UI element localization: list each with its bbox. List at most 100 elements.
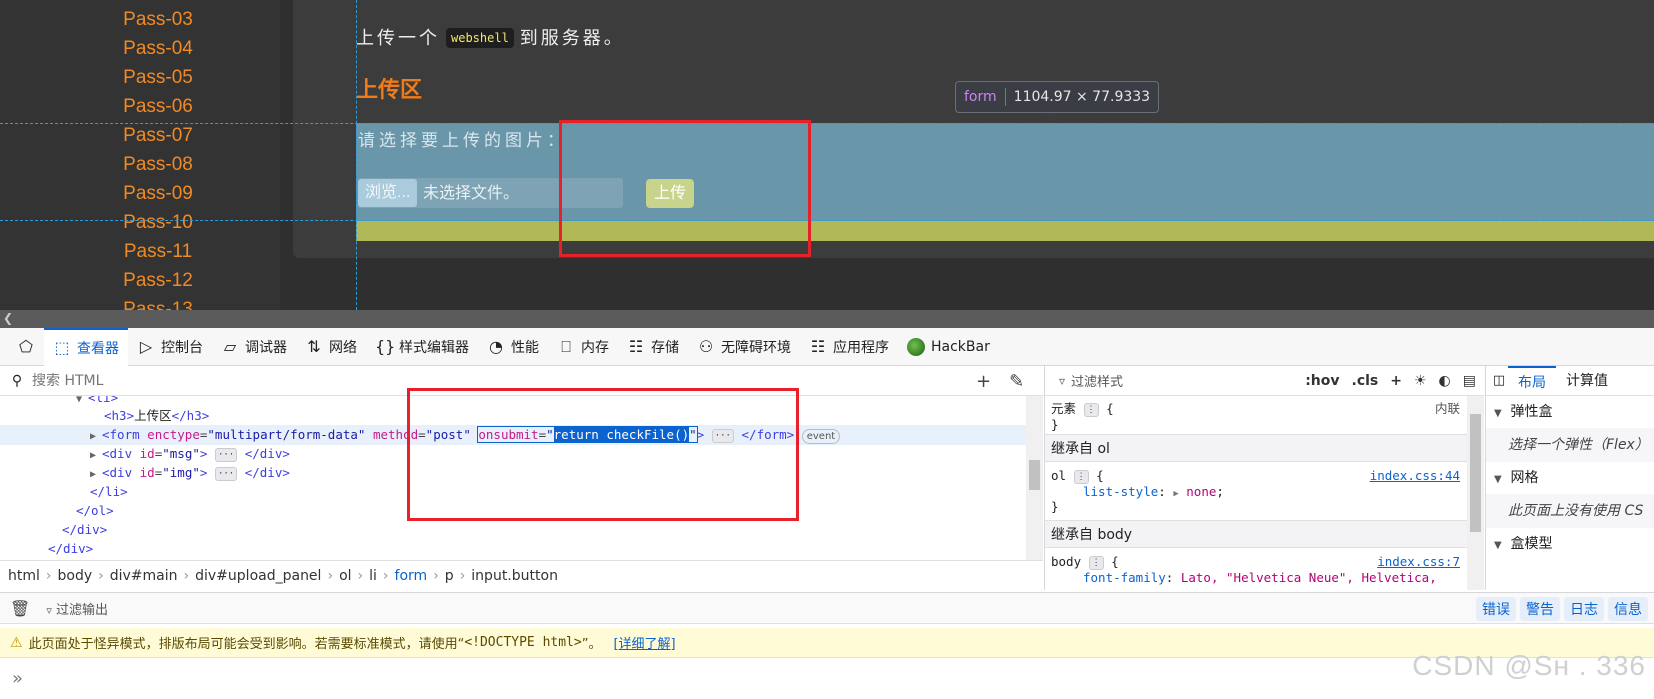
tab-label: 无障碍环境 (721, 339, 791, 356)
breadcrumb-item[interactable]: p (445, 568, 454, 584)
tab-network[interactable]: ⇅ 网络 (296, 328, 366, 366)
flexbox-section[interactable]: ▼ 弹性盒 (1486, 396, 1654, 428)
tree-row-div-close[interactable]: </div> (0, 520, 1026, 540)
console-input[interactable]: » (0, 658, 1654, 699)
log-filter-button[interactable]: 警告 (1520, 597, 1560, 621)
cls-button[interactable]: .cls (1352, 373, 1379, 389)
tab-application[interactable]: ☷ 应用程序 (800, 328, 898, 366)
css-value[interactable]: none (1186, 484, 1216, 499)
css-property[interactable]: font-family (1051, 570, 1166, 585)
tooltip-separator (1004, 88, 1006, 106)
breadcrumb-item[interactable]: form (395, 568, 428, 584)
devtools-tab-list: ⬚ 查看器 ▷ 控制台 ▱ 调试器 ⇅ 网络 {} 样式编辑器 ◔ 性能 ⎕ 内存 ☷ 存储 ⚇ 无障碍环境 ☷ 应用… (44, 327, 999, 366)
pass-item[interactable]: Pass-12 (0, 266, 280, 295)
scroll-thumb[interactable] (1029, 460, 1040, 490)
warning-icon: ⚠ (10, 634, 23, 651)
tab-label: 控制台 (161, 339, 203, 356)
ol-source-link[interactable]: index.css:44 (1370, 468, 1460, 483)
pass-item[interactable]: Pass-09 (0, 179, 280, 208)
hov-button[interactable]: :hov (1305, 373, 1339, 389)
tab-performance[interactable]: ◔ 性能 (478, 328, 548, 366)
breadcrumb-item[interactable]: body (58, 568, 93, 584)
tab-accessibility[interactable]: ⚇ 无障碍环境 (688, 328, 800, 366)
pass-item[interactable]: Pass-04 (0, 34, 280, 63)
pass-item[interactable]: Pass-07 (0, 121, 280, 150)
browse-button[interactable]: 浏览... (358, 179, 418, 207)
element-picker-button[interactable]: ⬠ (8, 328, 44, 366)
grid-section[interactable]: ▼ 网格 (1486, 462, 1654, 494)
tab-label: 存储 (651, 339, 679, 356)
breadcrumb: html › body › div#main › div#upload_panel › ol › l… (0, 560, 1043, 590)
breadcrumb-item[interactable]: li (369, 568, 377, 584)
css-property[interactable]: list-style (1051, 484, 1158, 499)
body-source-link[interactable]: index.css:7 (1377, 554, 1460, 569)
scroll-thumb[interactable] (1470, 414, 1481, 532)
html-search-input[interactable] (32, 372, 932, 389)
tab-label: 调试器 (245, 339, 287, 356)
learn-more-link[interactable]: [详细了解] (613, 633, 675, 652)
add-node-icon[interactable]: + (976, 371, 991, 392)
grid-dots-icon: ⋮ (1073, 470, 1089, 484)
watermark: CSDN @Sʜ . 336 (1412, 650, 1646, 681)
tab-memory[interactable]: ⎕ 内存 (548, 328, 618, 366)
log-filter-button[interactable]: 日志 (1564, 597, 1604, 621)
breadcrumb-item[interactable]: input.button (471, 568, 558, 584)
style-editor-icon: {} (375, 337, 396, 356)
log-filter-button[interactable]: 信息 (1608, 597, 1648, 621)
trash-icon[interactable]: 🗑 (10, 599, 30, 618)
warning-tail: ”。 (581, 637, 602, 652)
tree-row-div-close-2[interactable]: </div> (0, 539, 1026, 559)
pass-item[interactable]: Pass-03 (0, 5, 280, 34)
layout-tabs: ◫ 布局 计算值 (1486, 366, 1654, 396)
collapsed-children-icon[interactable]: ··· (214, 467, 238, 481)
breadcrumb-separator: › (433, 567, 439, 584)
tab-debugger[interactable]: ▱ 调试器 (212, 328, 296, 366)
tab-storage[interactable]: ☷ 存储 (618, 328, 688, 366)
pass-item[interactable]: Pass-08 (0, 150, 280, 179)
tab-computed[interactable]: 计算值 (1556, 366, 1618, 396)
storage-icon: ☷ (628, 337, 644, 356)
tab-hackbar[interactable]: HackBar (898, 328, 999, 366)
rules-scrollbar[interactable] (1467, 396, 1484, 590)
rules-filter-input[interactable]: 过滤样式 (1071, 371, 1123, 390)
tab-label: 应用程序 (833, 339, 889, 356)
pass-item[interactable]: Pass-11 (0, 237, 280, 266)
horizontal-scrollbar[interactable]: ❮ (0, 310, 1654, 328)
no-file-label: 未选择文件。 (423, 183, 520, 202)
inherited-ol-header: 继承自 ol (1045, 434, 1484, 462)
collapsed-children-icon[interactable]: ··· (214, 448, 238, 462)
tab-console[interactable]: ▷ 控制台 (128, 328, 212, 366)
pass-item[interactable]: Pass-10 (0, 208, 280, 237)
tab-layout[interactable]: 布局 (1508, 366, 1556, 396)
console-filter[interactable]: ▿ 过滤输出 (46, 599, 108, 618)
light-theme-icon[interactable]: ☀ (1414, 373, 1427, 389)
filter-icon: ▿ (46, 603, 52, 617)
css-value[interactable]: Lato, "Helvetica Neue", Helvetica, (1181, 570, 1437, 585)
guide-line-top (0, 123, 1654, 124)
filter-icon: ▿ (1058, 373, 1066, 388)
pass-item[interactable]: Pass-05 (0, 63, 280, 92)
sidebar-toggle-icon[interactable]: ◫ (1490, 373, 1508, 388)
pass-item[interactable]: Pass-13 (0, 295, 280, 310)
tab-style-editor[interactable]: {} 样式编辑器 (366, 328, 478, 366)
add-rule-icon[interactable]: + (1390, 373, 1402, 389)
scroll-left-icon[interactable]: ❮ (3, 311, 13, 325)
box-model-section[interactable]: ▼ 盒模型 (1486, 528, 1654, 560)
eyedropper-icon[interactable]: ✎ (1009, 371, 1024, 392)
dark-theme-icon[interactable]: ◐ (1439, 373, 1451, 389)
flexbox-note: 选择一个弹性（Flex） (1486, 428, 1654, 462)
pass-list: Pass-03 Pass-04 Pass-05 Pass-06 Pass-07 Pass-… (0, 5, 280, 310)
breadcrumb-item[interactable]: div#main (110, 568, 178, 584)
breadcrumb-item[interactable]: ol (339, 568, 351, 584)
print-media-icon[interactable]: ▤ (1463, 373, 1476, 389)
tab-inspector[interactable]: ⬚ 查看器 (44, 327, 128, 366)
instruction-prefix: 上传一个 (356, 28, 440, 49)
breadcrumb-separator: › (183, 567, 190, 584)
breadcrumb-item[interactable]: div#upload_panel (195, 568, 321, 584)
performance-icon: ◔ (489, 337, 503, 356)
event-badge[interactable]: event (801, 429, 841, 444)
pass-item[interactable]: Pass-06 (0, 92, 280, 121)
breadcrumb-item[interactable]: html (8, 568, 40, 584)
markup-scrollbar[interactable] (1026, 396, 1043, 560)
log-filter-button[interactable]: 错误 (1476, 597, 1516, 621)
